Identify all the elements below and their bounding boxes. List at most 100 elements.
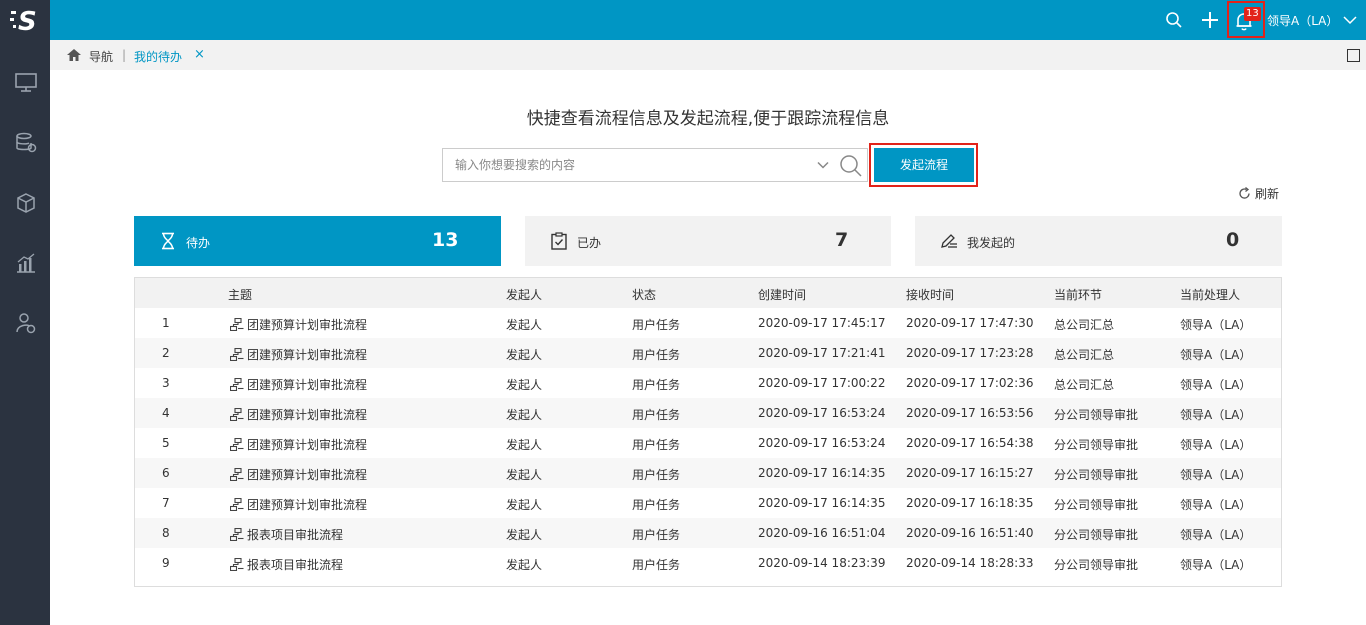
refresh-button[interactable]: 刷新	[1238, 185, 1279, 202]
sidebar-item-display[interactable]	[13, 70, 39, 96]
table-row[interactable]: 8 报表项目审批流程 发起人 用户任务 2020-09-16 16:51:04 2020-…	[135, 518, 1281, 548]
cell-created: 2020-09-14 18:23:39	[758, 556, 886, 570]
column-header[interactable]: 发起人	[506, 286, 542, 303]
maximize-icon[interactable]	[1347, 49, 1360, 62]
sidebar-item-analytics[interactable]	[13, 250, 39, 276]
tab-close-button[interactable]: ×	[194, 47, 205, 62]
sidebar-item-datasource[interactable]	[13, 130, 39, 156]
cell-status: 用户任务	[632, 468, 681, 482]
cell-handler: 领导A（LA）	[1180, 468, 1252, 482]
cell-status: 用户任务	[632, 348, 681, 362]
cell-stage: 分公司领导审批	[1054, 528, 1139, 542]
cell-subject: 团建预算计划审批流程	[230, 376, 367, 393]
home-icon[interactable]	[66, 47, 82, 63]
column-header[interactable]: 当前环节	[1054, 286, 1102, 303]
subject-text[interactable]: 团建预算计划审批流程	[247, 378, 367, 392]
edit-list-icon	[941, 234, 957, 248]
cell-received: 2020-09-17 16:53:56	[906, 406, 1034, 420]
subject-text[interactable]: 团建预算计划审批流程	[247, 408, 367, 422]
cell-created: 2020-09-17 16:14:35	[758, 496, 886, 510]
table-row[interactable]: 6 团建预算计划审批流程 发起人 用户任务 2020-09-17 16:14:35 202…	[135, 458, 1281, 488]
cell-created: 2020-09-17 16:53:24	[758, 406, 886, 420]
cell-initiator: 发起人	[506, 558, 543, 572]
table-row[interactable]: 7 团建预算计划审批流程 发起人 用户任务 2020-09-17 16:14:35 202…	[135, 488, 1281, 518]
clipboard-check-icon	[551, 232, 567, 250]
logo-icon: S	[10, 7, 37, 34]
tab-my-todo[interactable]: 我的待办	[134, 48, 182, 65]
cell-handler: 领导A（LA）	[1180, 348, 1252, 362]
column-header[interactable]: 状态	[632, 286, 656, 303]
subject-text[interactable]: 报表项目审批流程	[247, 558, 343, 572]
subject-text[interactable]: 团建预算计划审批流程	[247, 468, 367, 482]
cell-handler: 领导A（LA）	[1180, 558, 1252, 572]
cell-handler: 领导A（LA）	[1180, 318, 1252, 332]
cell-status: 用户任务	[632, 528, 681, 542]
cell-created: 2020-09-16 16:51:04	[758, 526, 886, 540]
search-button[interactable]	[1162, 8, 1186, 32]
table-row[interactable]: 4 团建预算计划审批流程 发起人 用户任务 2020-09-17 16:53:24 202…	[135, 398, 1281, 428]
process-flow-icon	[230, 528, 244, 541]
card-label: 已办	[577, 236, 602, 250]
refresh-icon	[1239, 187, 1250, 199]
subject-text[interactable]: 团建预算计划审批流程	[247, 318, 367, 332]
search-icon	[1166, 12, 1182, 28]
cell-received: 2020-09-17 16:15:27	[906, 466, 1034, 480]
cell-created: 2020-09-17 17:45:17	[758, 316, 886, 330]
bar-chart-icon	[17, 253, 35, 273]
card-todo[interactable]: 待办 13	[134, 216, 501, 266]
column-header[interactable]: 当前处理人	[1180, 286, 1240, 303]
table-row[interactable]: 1 团建预算计划审批流程 发起人 用户任务 2020-09-17 17:45:17 202…	[135, 308, 1281, 338]
cell-received: 2020-09-14 18:28:33	[906, 556, 1034, 570]
table-row[interactable]: 3 团建预算计划审批流程 发起人 用户任务 2020-09-17 17:00:22 202…	[135, 368, 1281, 398]
cell-received: 2020-09-17 16:18:35	[906, 496, 1034, 510]
cell-stage: 分公司领导审批	[1054, 408, 1139, 422]
card-done[interactable]: 已办 7	[525, 216, 891, 266]
cell-no: 2	[162, 346, 170, 360]
cell-status: 用户任务	[632, 378, 681, 392]
cell-status: 用户任务	[632, 558, 681, 572]
breadcrumb-nav[interactable]: 导航	[89, 48, 113, 65]
search-dropdown-chevron-icon[interactable]	[816, 158, 830, 172]
sidebar-item-packages[interactable]	[13, 190, 39, 216]
cell-status: 用户任务	[632, 438, 681, 452]
subject-text[interactable]: 团建预算计划审批流程	[247, 498, 367, 512]
column-header[interactable]: 接收时间	[906, 286, 954, 303]
sidebar-item-user-settings[interactable]	[13, 310, 39, 336]
cell-initiator: 发起人	[506, 438, 543, 452]
user-menu-toggle[interactable]	[1342, 12, 1358, 28]
search-input[interactable]	[443, 149, 803, 181]
column-header[interactable]: 主题	[228, 286, 252, 303]
cell-initiator: 发起人	[506, 318, 543, 332]
cell-no: 6	[162, 466, 170, 480]
table-header: 主题 发起人 状态 创建时间 接收时间 当前环节 当前处理人	[135, 278, 1281, 308]
cell-subject: 团建预算计划审批流程	[230, 466, 367, 483]
launch-process-button[interactable]: 发起流程	[874, 148, 974, 182]
add-button[interactable]	[1198, 8, 1222, 32]
column-header[interactable]: 创建时间	[758, 286, 806, 303]
subject-text[interactable]: 报表项目审批流程	[247, 528, 343, 542]
cell-initiator: 发起人	[506, 408, 543, 422]
cell-initiator: 发起人	[506, 498, 543, 512]
user-name[interactable]: 领导A（LA）	[1267, 12, 1338, 29]
page-title: 快捷查看流程信息及发起流程,便于跟踪流程信息	[526, 109, 890, 129]
cell-stage: 分公司领导审批	[1054, 468, 1139, 482]
card-initiated[interactable]: 我发起的 0	[915, 216, 1282, 266]
table-row[interactable]: 2 团建预算计划审批流程 发起人 用户任务 2020-09-17 17:21:41 202…	[135, 338, 1281, 368]
process-flow-icon	[230, 408, 244, 421]
cell-created: 2020-09-17 16:14:35	[758, 466, 886, 480]
app-logo[interactable]: S	[0, 0, 50, 40]
cell-created: 2020-09-17 16:53:24	[758, 436, 886, 450]
search-submit-icon[interactable]	[839, 154, 863, 178]
cell-subject: 报表项目审批流程	[230, 526, 343, 543]
todo-table: 主题 发起人 状态 创建时间 接收时间 当前环节 当前处理人 1 团建预算计划审批…	[134, 277, 1282, 587]
database-gear-icon	[16, 132, 37, 153]
table-row[interactable]: 5 团建预算计划审批流程 发起人 用户任务 2020-09-17 16:53:24 202…	[135, 428, 1281, 458]
cell-stage: 分公司领导审批	[1054, 558, 1139, 572]
subject-text[interactable]: 团建预算计划审批流程	[247, 438, 367, 452]
card-count: 0	[1226, 229, 1240, 251]
cell-initiator: 发起人	[506, 468, 543, 482]
subject-text[interactable]: 团建预算计划审批流程	[247, 348, 367, 362]
table-row[interactable]: 9 报表项目审批流程 发起人 用户任务 2020-09-14 18:23:39 2020-…	[135, 548, 1281, 578]
cell-no: 7	[162, 496, 170, 510]
plus-icon	[1202, 12, 1218, 28]
